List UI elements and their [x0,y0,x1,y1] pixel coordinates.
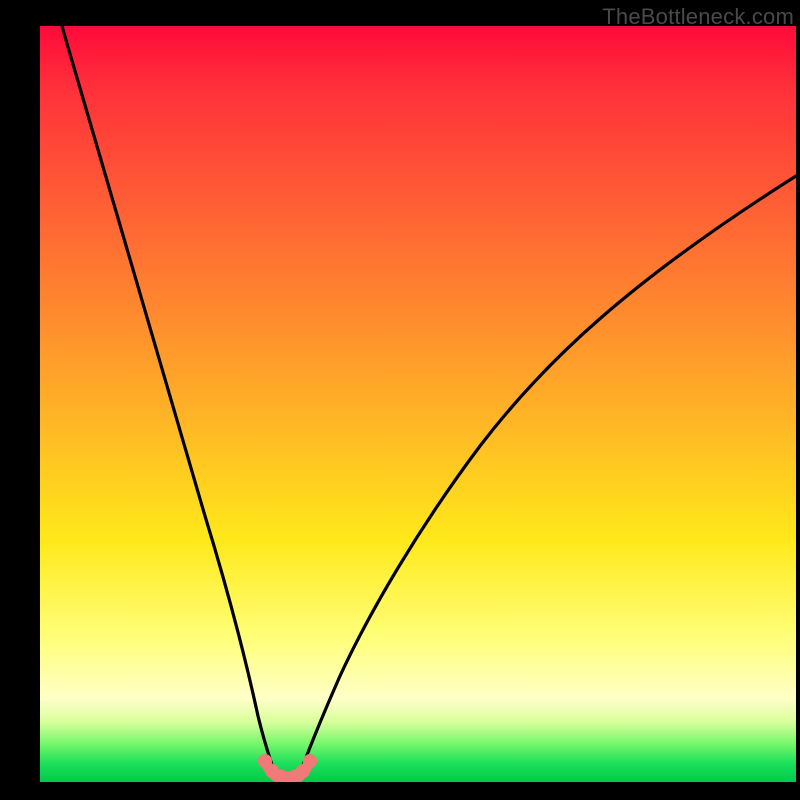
chart-frame [40,26,796,782]
curve-right [302,176,796,768]
curve-left [62,26,273,768]
valley-dots-group [258,754,317,782]
valley-dot [303,754,317,768]
chart-svg [40,26,796,782]
